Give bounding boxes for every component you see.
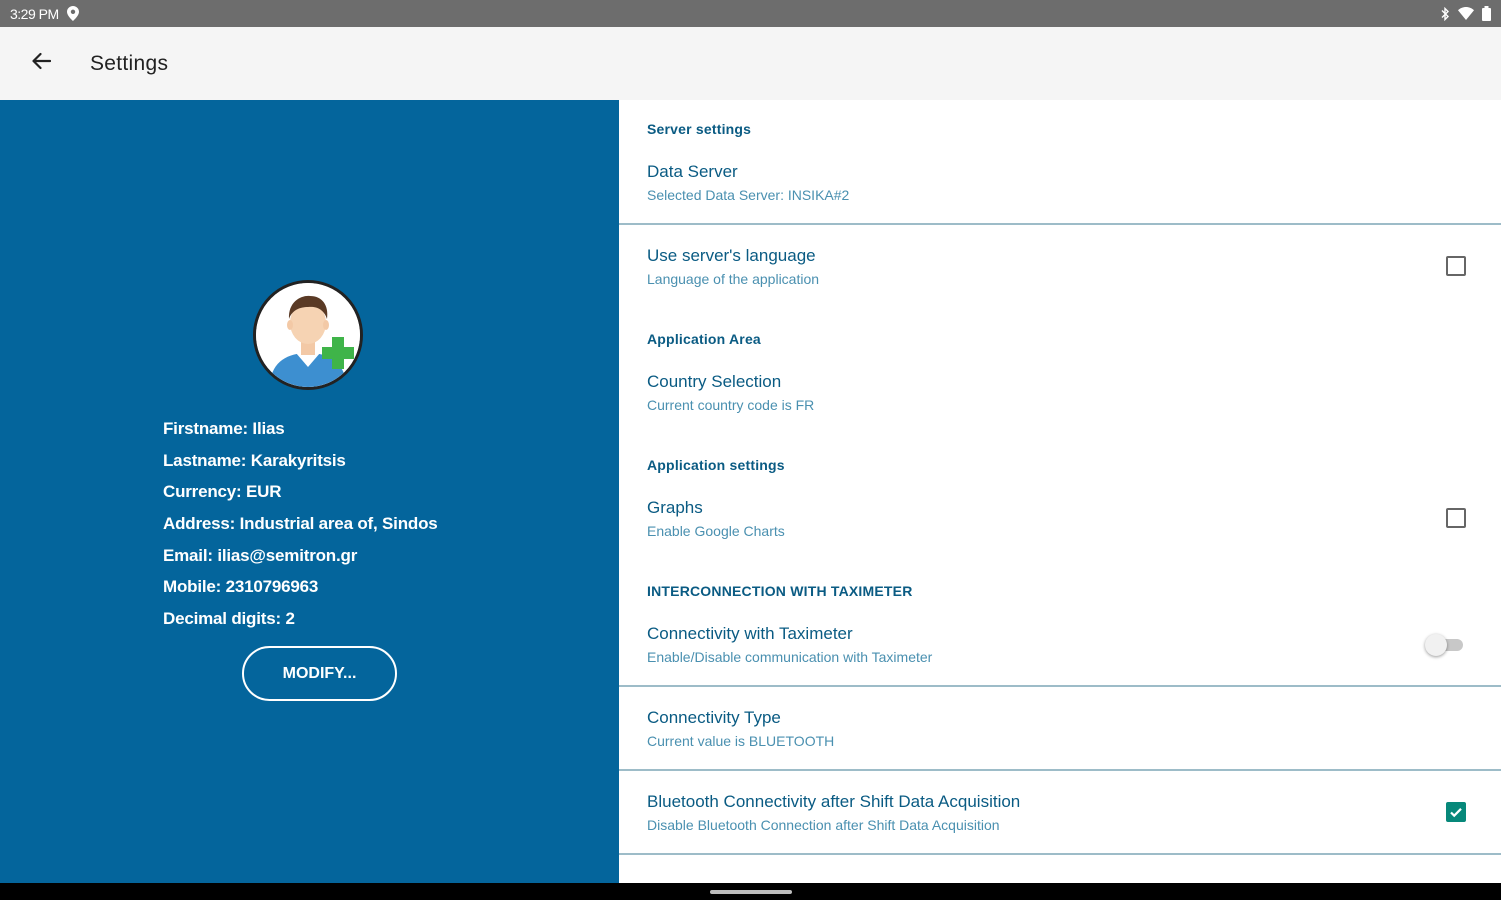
navigation-bar — [0, 883, 1501, 900]
pref-summary: Enable/Disable communication with Taxime… — [647, 649, 933, 665]
pref-data-server[interactable]: Data Server Selected Data Server: INSIKA… — [619, 152, 1501, 222]
divider — [619, 223, 1501, 225]
pref-use-server-language[interactable]: Use server's language Language of the ap… — [619, 236, 1501, 306]
pref-graphs[interactable]: Graphs Enable Google Charts — [619, 488, 1501, 558]
checkmark-icon — [1450, 808, 1462, 818]
wifi-icon — [1458, 7, 1474, 20]
modify-button[interactable]: MODIFY... — [242, 646, 397, 701]
profile-decimal-digits: Decimal digits: 2 — [163, 609, 295, 629]
pref-summary: Current country code is FR — [647, 397, 815, 413]
profile-lastname: Lastname: Karakyritsis — [163, 450, 346, 470]
pref-title: Graphs — [647, 498, 703, 517]
status-time: 3:29 PM — [10, 5, 59, 22]
pref-summary: Selected Data Server: INSIKA#2 — [647, 187, 850, 203]
pref-country-selection[interactable]: Country Selection Current country code i… — [619, 362, 1501, 432]
pref-summary: Language of the application — [647, 271, 820, 287]
profile-currency: Currency: EUR — [163, 482, 282, 502]
profile-info: Firstname: Ilias Lastname: Karakyritsis … — [163, 413, 438, 635]
pref-summary: Current value is BLUETOOTH — [647, 733, 835, 749]
pref-title: Data Server — [647, 162, 738, 181]
divider — [619, 853, 1501, 855]
battery-icon — [1482, 6, 1491, 21]
bluetooth-after-shift-checkbox[interactable] — [1446, 802, 1466, 822]
switch-thumb — [1425, 634, 1447, 656]
profile-firstname: Firstname: Ilias — [163, 419, 285, 438]
use-server-language-checkbox[interactable] — [1446, 256, 1466, 276]
location-icon — [66, 6, 79, 21]
add-user-avatar-icon[interactable] — [253, 280, 363, 390]
graphs-checkbox[interactable] — [1446, 508, 1466, 528]
pref-title: Bluetooth Connectivity after Shift Data … — [647, 792, 1021, 811]
taximeter-switch[interactable] — [1425, 634, 1463, 656]
settings-list: Server settings Data Server Selected Dat… — [619, 100, 1501, 883]
pref-bluetooth-after-shift[interactable]: Bluetooth Connectivity after Shift Data … — [619, 782, 1501, 852]
category-application-area: Application Area — [647, 331, 761, 347]
profile-panel: Firstname: Ilias Lastname: Karakyritsis … — [0, 100, 619, 883]
bluetooth-icon — [1441, 6, 1450, 21]
pref-connectivity-type[interactable]: Connectivity Type Current value is BLUET… — [619, 698, 1501, 768]
pref-title: Connectivity Type — [647, 708, 781, 727]
profile-address: Address: Industrial area of, Sindos — [163, 514, 438, 534]
category-taximeter: INTERCONNECTION WITH TAXIMETER — [647, 583, 913, 599]
pref-title: Use server's language — [647, 246, 816, 265]
back-button[interactable] — [0, 27, 82, 100]
profile-email: Email: ilias@semitron.gr — [163, 545, 358, 565]
status-bar: 3:29 PM — [0, 0, 1501, 27]
category-application-settings: Application settings — [647, 457, 785, 473]
app-bar: Settings — [0, 27, 1501, 100]
divider — [619, 769, 1501, 771]
pref-summary: Enable Google Charts — [647, 523, 785, 539]
pref-summary: Disable Bluetooth Connection after Shift… — [647, 817, 1000, 833]
profile-mobile: Mobile: 2310796963 — [163, 577, 319, 597]
arrow-left-icon — [31, 52, 52, 75]
pref-title: Connectivity with Taximeter — [647, 624, 853, 643]
pref-title: Country Selection — [647, 372, 782, 391]
home-gesture-handle[interactable] — [710, 890, 792, 894]
pref-connectivity-taximeter[interactable]: Connectivity with Taximeter Enable/Disab… — [619, 614, 1501, 684]
divider — [619, 685, 1501, 687]
page-title: Settings — [90, 51, 169, 75]
category-server-settings: Server settings — [647, 121, 752, 137]
